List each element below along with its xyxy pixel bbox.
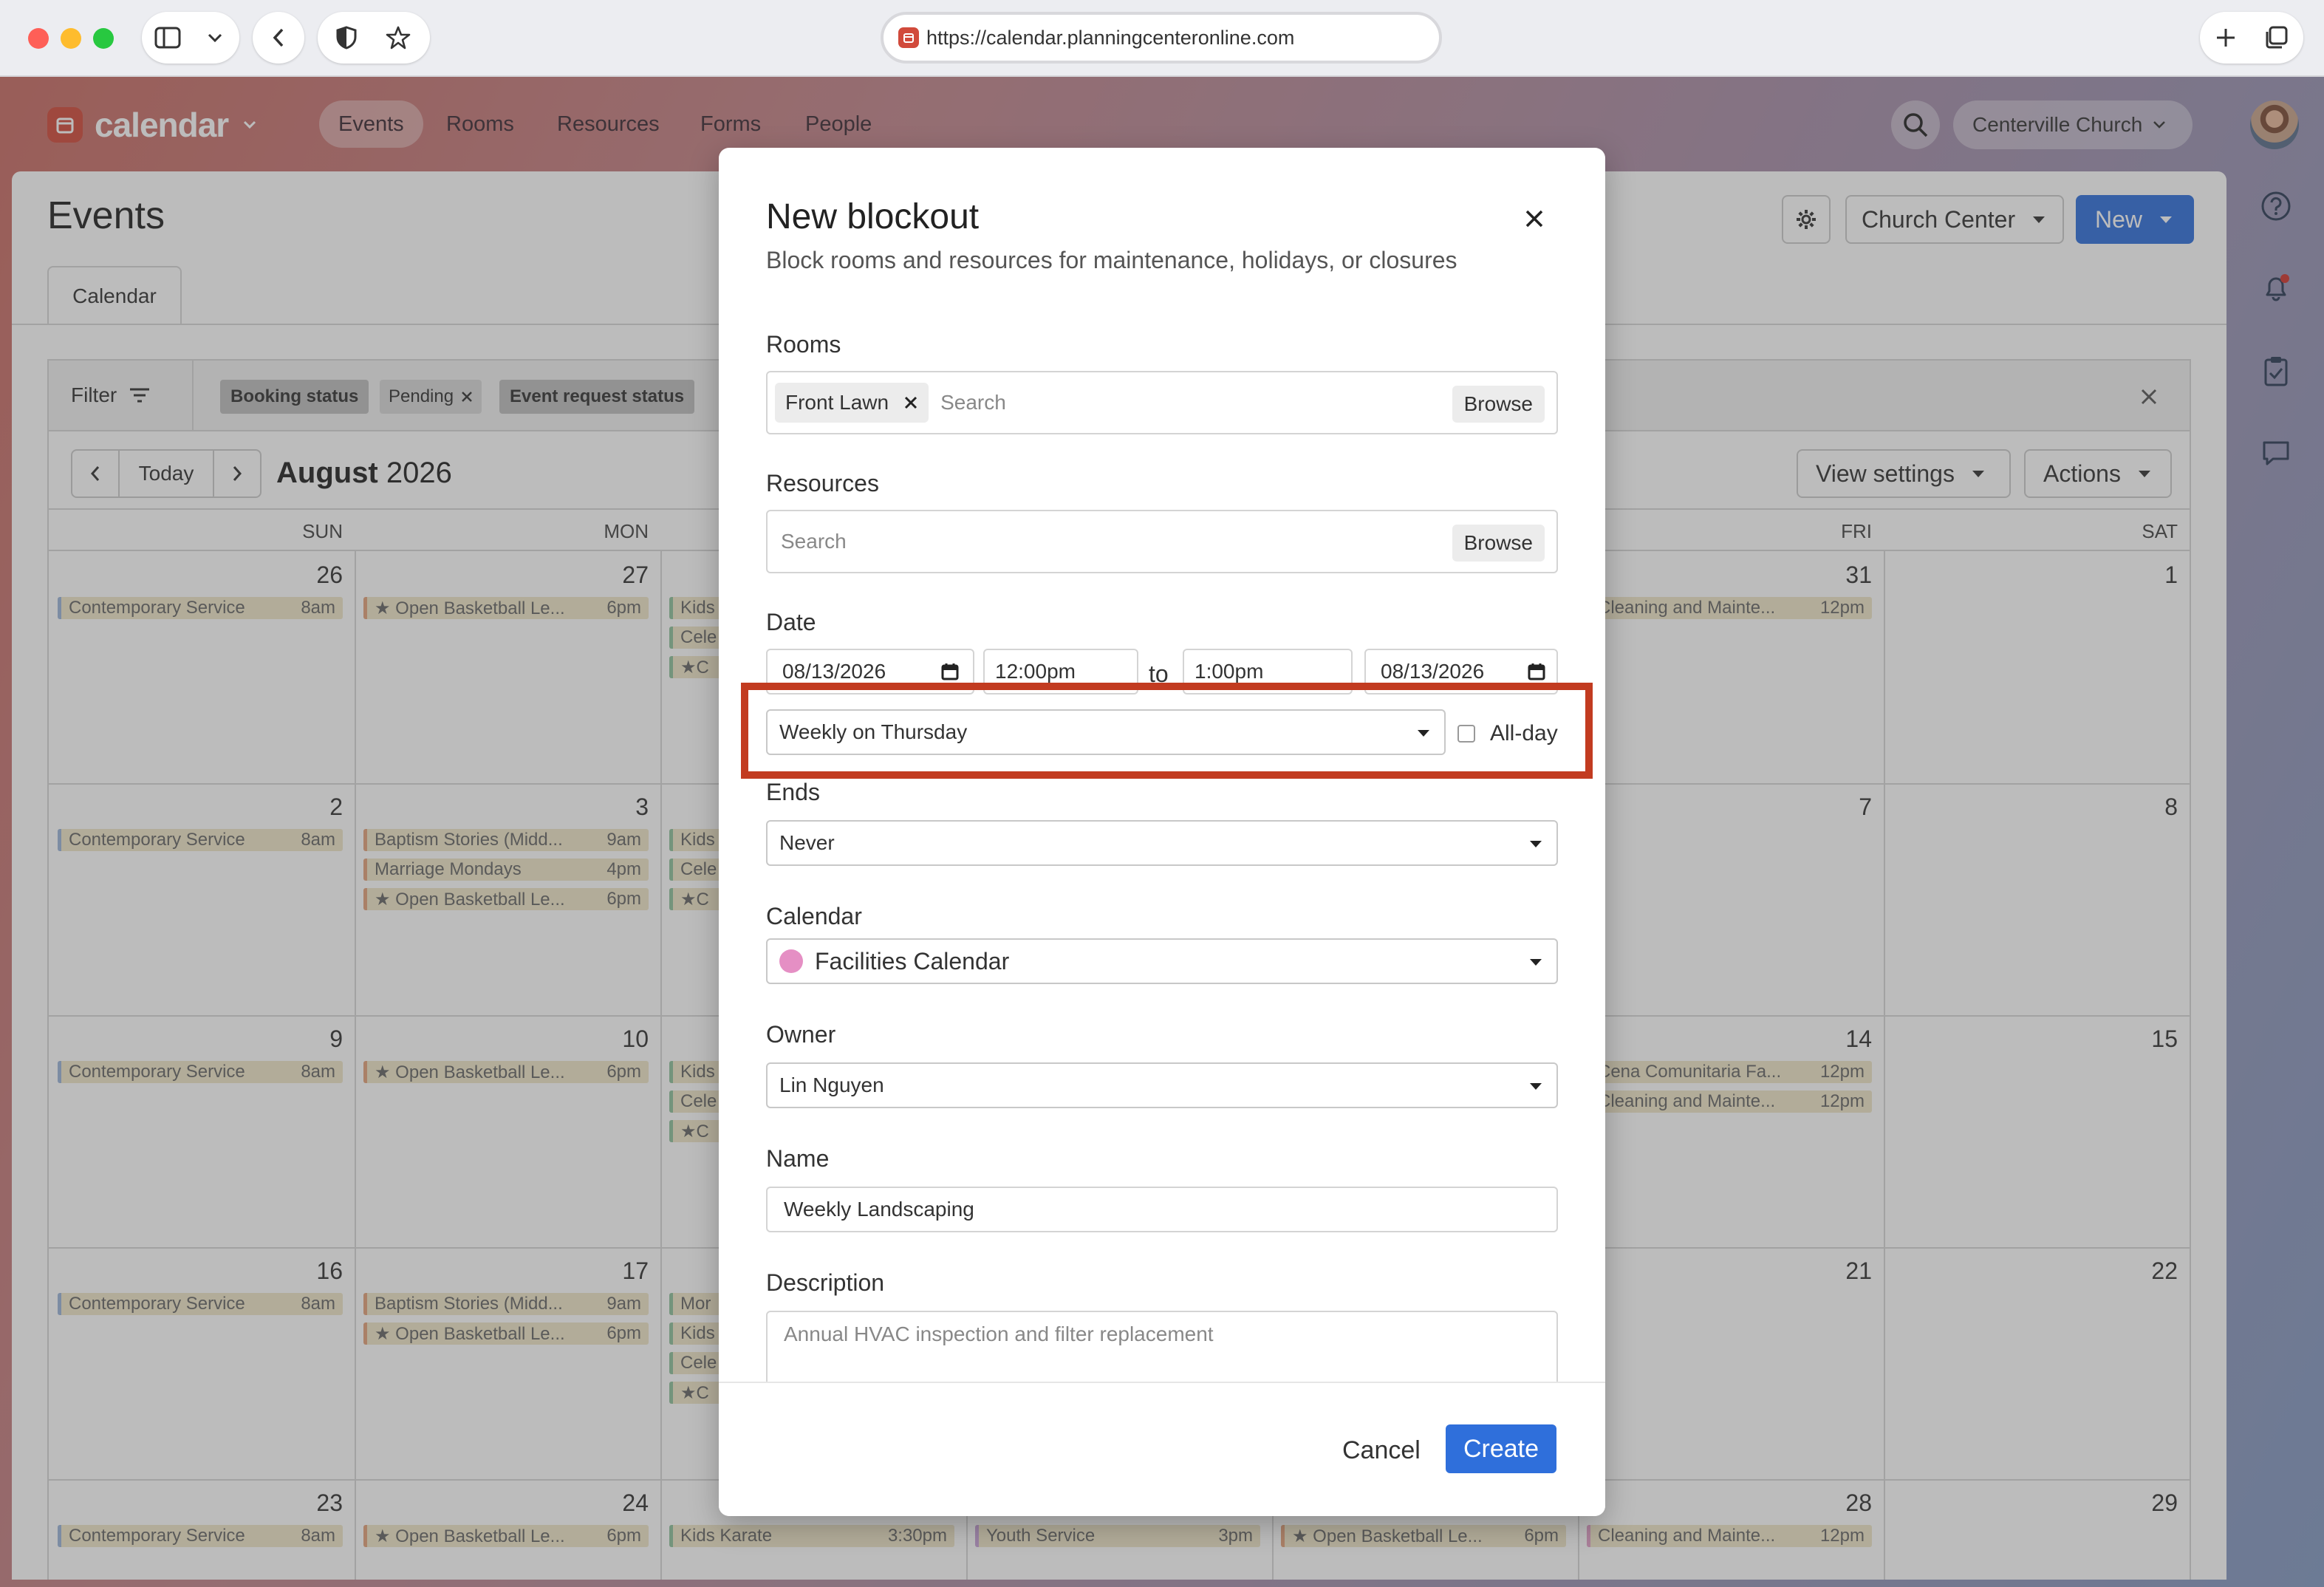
end-date-value: 08/13/2026 [1381, 660, 1485, 683]
close-window-button[interactable] [28, 28, 49, 49]
room-token-label: Front Lawn [785, 391, 889, 414]
rooms-label: Rooms [766, 331, 841, 358]
start-date-value: 08/13/2026 [782, 660, 886, 683]
create-button[interactable]: Create [1446, 1424, 1556, 1473]
all-day-option: All-day [1457, 721, 1558, 746]
resources-browse-button[interactable]: Browse [1452, 525, 1545, 562]
description-label: Description [766, 1269, 885, 1296]
back-button[interactable] [253, 12, 304, 64]
ends-select[interactable]: Never [766, 820, 1558, 866]
start-date-input[interactable]: 08/13/2026 [766, 649, 974, 694]
modal-close-button[interactable] [1517, 201, 1552, 236]
browser-toolbar: https://calendar.planningcenteronline.co… [0, 0, 2324, 77]
modal-subtitle: Block rooms and resources for maintenanc… [766, 247, 1457, 273]
rooms-browse-button[interactable]: Browse [1452, 386, 1545, 423]
ends-label: Ends [766, 779, 820, 805]
date-range-separator: to [1149, 661, 1169, 687]
name-input[interactable]: Weekly Landscaping [766, 1187, 1558, 1232]
calendar-color-dot [779, 949, 803, 973]
sidebar-toggle-group [142, 12, 239, 64]
extensions-group [318, 12, 430, 64]
all-day-checkbox[interactable] [1457, 725, 1475, 743]
chevron-down-icon[interactable] [199, 22, 230, 53]
remove-room-button[interactable] [903, 395, 918, 410]
tab-overview-icon[interactable] [2260, 22, 2291, 53]
caret-down-icon [1530, 841, 1542, 847]
star-icon[interactable] [383, 22, 414, 53]
resources-search-input[interactable]: Search [781, 530, 847, 553]
calendar-value: Facilities Calendar [815, 947, 1010, 975]
modal-footer: Cancel Create [719, 1382, 1605, 1516]
close-icon [905, 396, 917, 409]
close-icon [1525, 210, 1543, 228]
room-token: Front Lawn [775, 383, 929, 423]
calendar-icon [1528, 663, 1545, 680]
caret-down-icon [1530, 959, 1542, 966]
caret-down-icon [1530, 1083, 1542, 1090]
calendar-select[interactable]: Facilities Calendar [766, 938, 1558, 984]
repeat-select[interactable]: Weekly on Thursday [766, 709, 1446, 755]
url-text: https://calendar.planningcenteronline.co… [926, 26, 1295, 49]
resources-label: Resources [766, 470, 879, 496]
end-date-input[interactable]: 08/13/2026 [1364, 649, 1558, 694]
chevron-left-icon [263, 22, 294, 53]
all-day-label: All-day [1490, 721, 1558, 745]
address-bar[interactable]: https://calendar.planningcenteronline.co… [881, 12, 1442, 64]
cancel-button[interactable]: Cancel [1332, 1426, 1431, 1475]
resources-field: Search Browse [766, 510, 1558, 573]
privacy-shield-icon[interactable] [331, 22, 362, 53]
ends-value: Never [779, 831, 835, 854]
sidebar-icon[interactable] [152, 22, 183, 53]
new-tab-plus-icon[interactable] [2210, 22, 2241, 53]
site-favicon-icon [898, 27, 919, 48]
calendar-label: Calendar [766, 903, 862, 929]
rooms-field: Front Lawn Search Browse [766, 371, 1558, 434]
calendar-icon [941, 663, 959, 680]
zoom-window-button[interactable] [93, 28, 114, 49]
new-blockout-modal: New blockout Block rooms and resources f… [719, 148, 1605, 1516]
end-time-input[interactable]: 1:00pm [1183, 649, 1353, 694]
modal-title: New blockout [766, 197, 980, 236]
rooms-search-input[interactable]: Search [940, 391, 1006, 414]
window-actions-group [2200, 12, 2303, 64]
owner-label: Owner [766, 1021, 836, 1048]
owner-select[interactable]: Lin Nguyen [766, 1062, 1558, 1108]
name-label: Name [766, 1145, 830, 1172]
caret-down-icon [1418, 730, 1429, 737]
date-label: Date [766, 609, 816, 635]
owner-value: Lin Nguyen [779, 1074, 884, 1096]
minimize-window-button[interactable] [61, 28, 81, 49]
repeat-value: Weekly on Thursday [779, 720, 968, 743]
start-time-input[interactable]: 12:00pm [983, 649, 1138, 694]
